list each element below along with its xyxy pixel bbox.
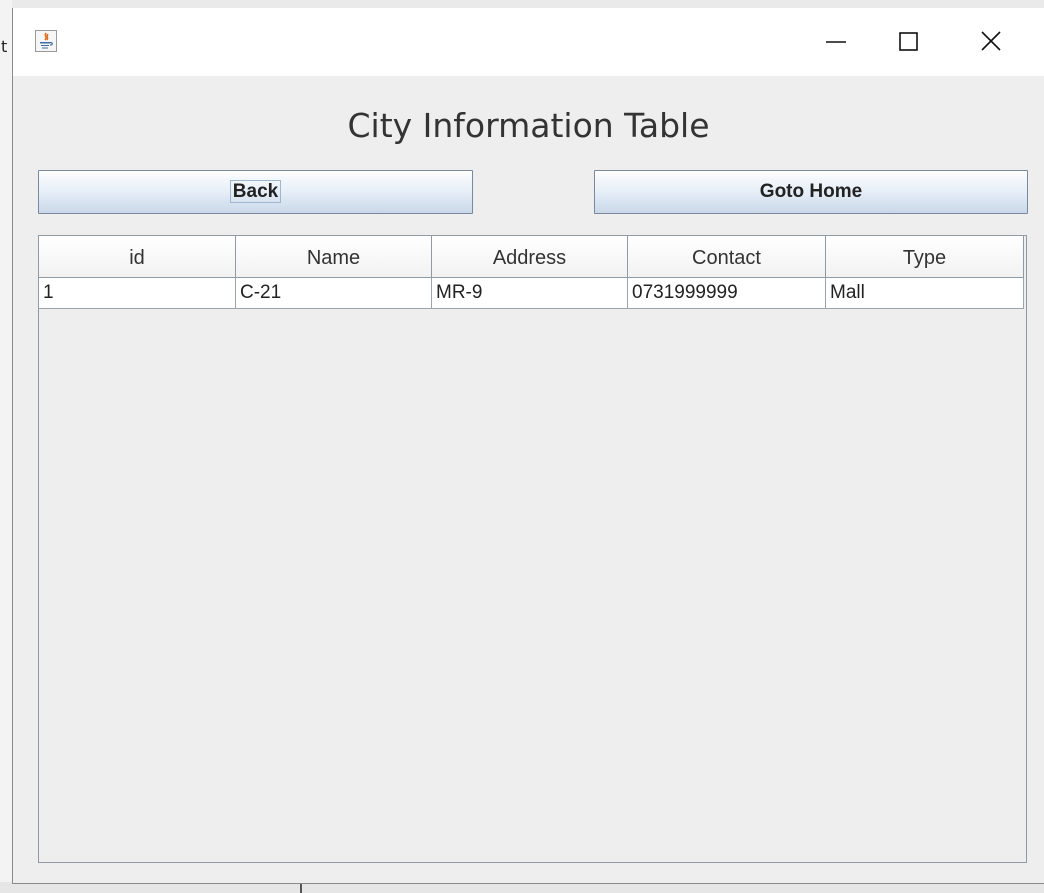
close-button[interactable] xyxy=(968,18,1014,64)
minimize-button[interactable] xyxy=(813,18,859,64)
background-app-edge xyxy=(0,0,12,893)
cell-name[interactable]: C-21 xyxy=(236,278,432,309)
cell-id[interactable]: 1 xyxy=(39,278,236,309)
column-header-name[interactable]: Name xyxy=(236,236,432,278)
background-app-text: t xyxy=(1,37,8,56)
city-table[interactable]: id Name Address Contact Type 1 C-21 MR-9… xyxy=(38,235,1027,863)
maximize-button[interactable] xyxy=(885,18,931,64)
column-header-id[interactable]: id xyxy=(39,236,236,278)
page-title: City Information Table xyxy=(347,106,710,145)
minimize-icon xyxy=(826,41,846,43)
background-app-top xyxy=(12,0,1044,8)
cell-address[interactable]: MR-9 xyxy=(432,278,628,309)
maximize-icon xyxy=(899,32,918,51)
java-app-icon xyxy=(35,30,57,52)
back-button-label: Back xyxy=(229,180,282,203)
back-button[interactable]: Back xyxy=(38,170,473,214)
cell-contact[interactable]: 0731999999 xyxy=(628,278,826,309)
city-info-window: City Information Table Back Goto Home id… xyxy=(12,8,1044,884)
goto-home-button[interactable]: Goto Home xyxy=(594,170,1028,214)
column-header-contact[interactable]: Contact xyxy=(628,236,826,278)
table-header: id Name Address Contact Type xyxy=(39,236,1024,278)
title-bar[interactable] xyxy=(13,8,1044,76)
cell-type[interactable]: Mall xyxy=(826,278,1024,309)
column-header-address[interactable]: Address xyxy=(432,236,628,278)
table-row[interactable]: 1 C-21 MR-9 0731999999 Mall xyxy=(39,278,1024,309)
close-icon xyxy=(981,31,1001,51)
column-header-type[interactable]: Type xyxy=(826,236,1024,278)
